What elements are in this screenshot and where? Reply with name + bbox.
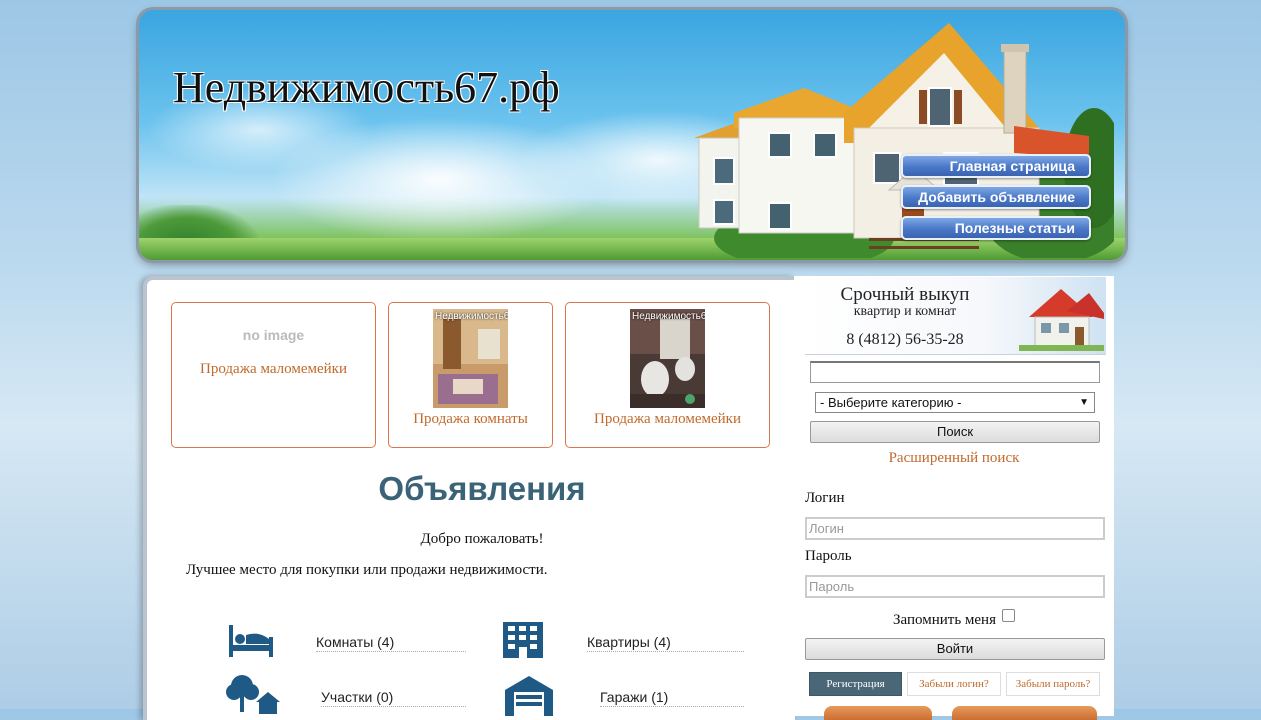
main-nav: Главная страница Добавить объявление Пол…	[901, 154, 1091, 247]
featured-card[interactable]: no image Продажа маломемейки	[171, 302, 376, 448]
category-garages-link[interactable]: Гаражи (1)	[600, 688, 744, 707]
nav-articles-button[interactable]: Полезные статьи	[901, 216, 1091, 240]
featured-card-title[interactable]: Продажа маломемейки	[566, 411, 769, 428]
remember-me-checkbox[interactable]	[1002, 609, 1015, 622]
dropdown-arrow-icon: ▼	[1079, 397, 1089, 408]
room-photo	[433, 309, 508, 408]
password-field[interactable]: Пароль	[805, 575, 1105, 598]
site-header: Недвижимость67.рф Главная страница Добав…	[139, 10, 1125, 260]
sidebar: Срочный выкуп квартир и комнат 8 (4812) …	[794, 276, 1114, 720]
watermark-label: Недвижимость67	[435, 311, 508, 322]
featured-card[interactable]: Недвижимость67 Продажа маломемейки	[565, 302, 770, 448]
category-select-value: - Выберите категорию -	[820, 395, 962, 410]
category-rooms-link[interactable]: Комнаты (4)	[316, 633, 466, 652]
bathroom-photo	[630, 309, 705, 408]
listing-thumbnail[interactable]: Недвижимость67	[433, 309, 508, 408]
login-field[interactable]: Логин	[805, 517, 1105, 540]
featured-card-title[interactable]: Продажа маломемейки	[172, 361, 375, 378]
welcome-text: Добро пожаловать!	[420, 531, 544, 547]
banner-subline: квартир и комнат	[853, 304, 957, 319]
bottom-tab[interactable]	[952, 706, 1097, 720]
forgot-login-link[interactable]: Забыли логин?	[907, 672, 1001, 696]
banner-headline: Срочный выкуп	[840, 284, 970, 305]
watermark-label: Недвижимость67	[632, 311, 705, 322]
nav-home-button[interactable]: Главная страница	[901, 154, 1091, 178]
category-select[interactable]: - Выберите категорию - ▼	[815, 392, 1095, 413]
main-content: no image Продажа маломемейки Недвижимост…	[143, 276, 795, 720]
advanced-search-link[interactable]: Расширенный поиск	[794, 450, 1114, 467]
bottom-tab[interactable]	[824, 706, 932, 720]
password-label: Пароль	[805, 548, 852, 564]
category-apartments-link[interactable]: Квартиры (4)	[587, 633, 744, 652]
featured-card[interactable]: Недвижимость67 Продажа комнаты	[388, 302, 553, 448]
page-title: Объявления	[378, 470, 586, 507]
apartment-building-icon[interactable]	[502, 621, 544, 659]
nav-add-listing-button[interactable]: Добавить объявление	[901, 185, 1091, 209]
bed-icon[interactable]	[227, 623, 275, 659]
forgot-password-link[interactable]: Забыли пароль?	[1006, 672, 1100, 696]
banner-house-image	[1019, 289, 1104, 351]
no-image-placeholder: no image	[242, 327, 305, 343]
buyout-banner[interactable]: Срочный выкуп квартир и комнат 8 (4812) …	[805, 277, 1106, 355]
banner-phone: 8 (4812) 56-35-28	[846, 331, 964, 348]
login-submit-button[interactable]: Войти	[805, 638, 1105, 660]
login-label: Логин	[805, 490, 845, 506]
land-plot-icon[interactable]	[224, 674, 280, 714]
remember-me-row: Запомнить меня	[794, 609, 1114, 629]
remember-me-label: Запомнить меня	[893, 612, 996, 628]
featured-card-title[interactable]: Продажа комнаты	[389, 411, 552, 428]
garage-icon[interactable]	[505, 676, 553, 716]
site-title[interactable]: Недвижимость67.рф	[173, 62, 560, 113]
listing-thumbnail[interactable]: Недвижимость67	[630, 309, 705, 408]
search-button[interactable]: Поиск	[810, 421, 1100, 443]
search-input[interactable]	[810, 361, 1100, 383]
register-button[interactable]: Регистрация	[809, 672, 902, 696]
category-plots-link[interactable]: Участки (0)	[321, 688, 466, 707]
tagline-text: Лучшее место для покупки или продажи нед…	[186, 562, 548, 578]
